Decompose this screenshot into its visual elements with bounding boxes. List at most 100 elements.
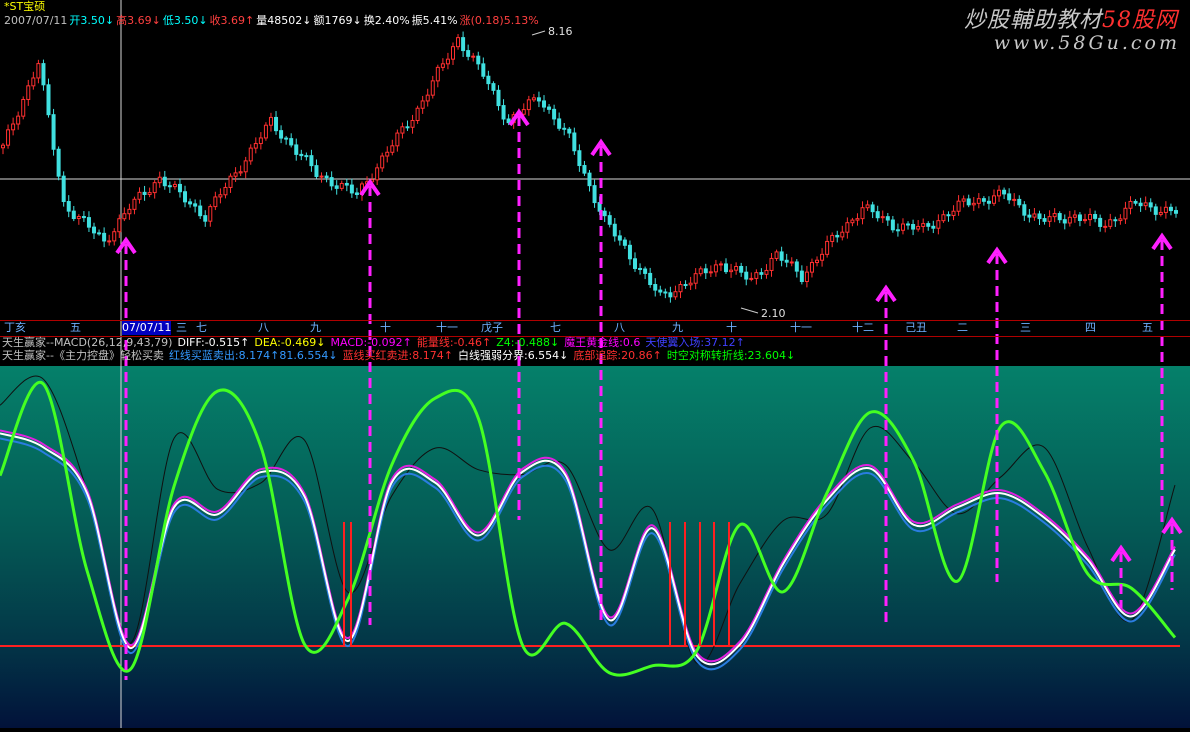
candle-body bbox=[531, 97, 536, 101]
date-label: 五 bbox=[70, 321, 81, 334]
candle-body bbox=[147, 192, 152, 195]
candle-body bbox=[450, 46, 455, 60]
candle-body bbox=[395, 132, 400, 147]
candle-body bbox=[405, 126, 410, 129]
candle-body bbox=[208, 206, 213, 222]
date-label: 戊子 bbox=[481, 321, 503, 334]
indicator-readout: 白线强弱分界:6.554↓ bbox=[457, 349, 569, 362]
candle-body bbox=[501, 105, 506, 120]
watermark-text-b: 58股网 bbox=[1102, 8, 1178, 33]
candle-body bbox=[491, 83, 496, 91]
candle-body bbox=[683, 284, 688, 287]
indicator-readout: DIFF:-0.515↑ bbox=[177, 336, 250, 349]
candle-body bbox=[385, 151, 390, 157]
candle-body bbox=[981, 198, 986, 202]
candle-body bbox=[845, 222, 850, 233]
candle-body bbox=[678, 284, 683, 293]
candle-body bbox=[122, 213, 127, 220]
candle-body bbox=[1052, 213, 1057, 218]
candle-body bbox=[749, 277, 754, 280]
candle-body bbox=[638, 267, 643, 270]
candle-body bbox=[1148, 202, 1153, 208]
ohlc-item: 开3.50↓ bbox=[69, 14, 115, 27]
candle-body bbox=[314, 165, 319, 177]
chart-stage: 8.16 2.10 *ST宝硕 2007/07/11 开3.50↓ 高3.69↓ 低3… bbox=[0, 0, 1190, 728]
candle-body bbox=[1133, 200, 1138, 204]
indicator-readout: 时空对称转折线:23.604↓ bbox=[666, 349, 796, 362]
candle-body bbox=[218, 194, 223, 198]
candle-body bbox=[607, 215, 612, 225]
candle-body bbox=[445, 58, 450, 65]
indicator-readout: 底部追踪:20.86↑ bbox=[573, 349, 662, 362]
candle-body bbox=[1067, 216, 1072, 224]
candle-body bbox=[1093, 214, 1098, 219]
candle-body bbox=[248, 147, 253, 162]
candle-body bbox=[673, 291, 678, 298]
candle-body bbox=[319, 175, 324, 178]
candle-body bbox=[809, 262, 814, 273]
candle-body bbox=[1042, 218, 1047, 222]
candle-body bbox=[425, 94, 430, 102]
indicator-readout: MACD:-0.092↑ bbox=[330, 336, 412, 349]
date-label: 五 bbox=[1142, 321, 1153, 334]
candle-body bbox=[238, 171, 243, 174]
candle-body bbox=[142, 191, 147, 195]
candle-body bbox=[870, 204, 875, 213]
candle-body bbox=[567, 128, 572, 134]
candle-body bbox=[885, 216, 890, 221]
candle-body bbox=[976, 198, 981, 204]
candle-body bbox=[51, 114, 56, 150]
candle-body bbox=[835, 234, 840, 238]
candle-body bbox=[951, 210, 956, 217]
date-label: 二 bbox=[957, 321, 968, 334]
candle-body bbox=[26, 85, 31, 100]
candle-body bbox=[688, 282, 693, 286]
date-label: 十 bbox=[726, 321, 737, 334]
date-label: 十二 bbox=[852, 321, 874, 334]
candle-body bbox=[895, 229, 900, 232]
lower-pane-background bbox=[0, 366, 1190, 728]
candle-body bbox=[724, 263, 729, 273]
candle-body bbox=[850, 219, 855, 224]
candle-body bbox=[1098, 217, 1103, 227]
candle-body bbox=[461, 37, 466, 52]
ohlc-item: 额1769↓ bbox=[313, 14, 362, 27]
candle-body bbox=[617, 235, 622, 241]
candle-body bbox=[6, 129, 11, 146]
candle-body bbox=[592, 185, 597, 204]
candle-body bbox=[92, 226, 97, 234]
candle-body bbox=[304, 155, 309, 158]
candle-body bbox=[1037, 213, 1042, 220]
candle-body bbox=[137, 191, 142, 200]
candle-body bbox=[349, 184, 354, 194]
candle-body bbox=[769, 257, 774, 271]
candle-body bbox=[956, 200, 961, 212]
candle-body bbox=[825, 240, 830, 255]
candle-body bbox=[198, 205, 203, 217]
candle-body bbox=[718, 263, 723, 266]
candle-body bbox=[1153, 206, 1158, 215]
candle-body bbox=[46, 84, 51, 116]
candle-body bbox=[253, 143, 258, 149]
candle-body bbox=[779, 251, 784, 261]
candle-body bbox=[946, 214, 951, 217]
candle-body bbox=[1012, 198, 1017, 201]
candle-body bbox=[799, 270, 804, 283]
candle-body bbox=[440, 63, 445, 68]
candle-body bbox=[612, 223, 617, 237]
date-label: 丁亥 bbox=[4, 321, 26, 334]
candle-body bbox=[486, 75, 491, 85]
candle-body bbox=[1113, 219, 1118, 222]
candle-body bbox=[784, 259, 789, 263]
candle-body bbox=[410, 120, 415, 128]
candle-body bbox=[627, 244, 632, 260]
watermark-url: www.58Gu.com bbox=[993, 32, 1180, 54]
candle-body bbox=[572, 132, 577, 152]
date-label: 七 bbox=[196, 321, 207, 334]
candle-body bbox=[1168, 206, 1173, 212]
candle-body bbox=[906, 223, 911, 226]
date-label: 07/07/11 bbox=[122, 321, 172, 335]
candle-body bbox=[855, 218, 860, 221]
date-label: 四 bbox=[1085, 321, 1096, 334]
candle-body bbox=[1, 144, 5, 149]
